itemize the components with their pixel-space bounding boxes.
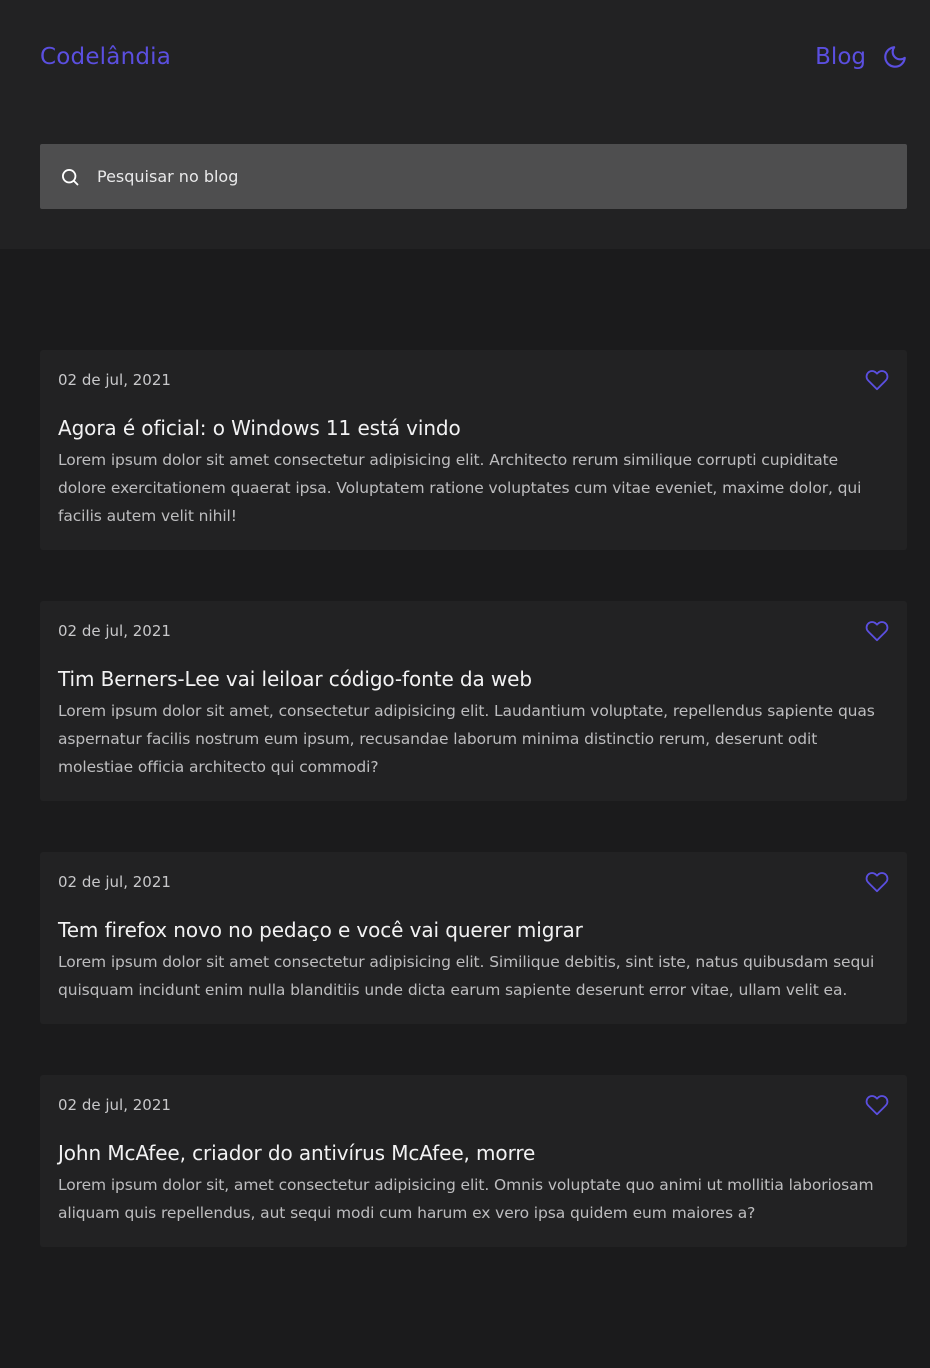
post-card[interactable]: 02 de jul, 2021 Tim Berners-Lee vai leil… (40, 601, 907, 801)
post-excerpt: Lorem ipsum dolor sit amet consectetur a… (58, 953, 875, 999)
post-title[interactable]: John McAfee, criador do antivírus McAfee… (58, 1139, 889, 1167)
post-card[interactable]: 02 de jul, 2021 John McAfee, criador do … (40, 1075, 907, 1247)
like-button[interactable] (865, 619, 889, 643)
post-list: 02 de jul, 2021 Agora é oficial: o Windo… (40, 350, 907, 1298)
post-card[interactable]: 02 de jul, 2021 Tem firefox novo no peda… (40, 852, 907, 1024)
post-date: 02 de jul, 2021 (58, 1096, 171, 1114)
post-date: 02 de jul, 2021 (58, 873, 171, 891)
post-title[interactable]: Tem firefox novo no pedaço e você vai qu… (58, 916, 889, 944)
like-button[interactable] (865, 1093, 889, 1117)
search-icon (62, 169, 79, 186)
site-logo[interactable]: Codelândia (40, 40, 171, 74)
like-button[interactable] (865, 870, 889, 894)
post-card[interactable]: 02 de jul, 2021 Agora é oficial: o Windo… (40, 350, 907, 550)
post-title[interactable]: Agora é oficial: o Windows 11 está vindo (58, 414, 889, 442)
site-header: Codelândia Blog (0, 0, 930, 249)
like-button[interactable] (865, 368, 889, 392)
heart-icon (865, 1095, 889, 1116)
post-excerpt: Lorem ipsum dolor sit amet, consectetur … (58, 702, 875, 776)
moon-icon (884, 46, 906, 68)
search-input[interactable] (95, 144, 895, 209)
post-excerpt: Lorem ipsum dolor sit, amet consectetur … (58, 1176, 874, 1222)
theme-toggle-button[interactable] (882, 43, 908, 71)
heart-icon (865, 872, 889, 893)
nav-link-blog[interactable]: Blog (815, 44, 866, 70)
post-title[interactable]: Tim Berners-Lee vai leiloar código-fonte… (58, 665, 889, 693)
header-nav: Blog (815, 40, 908, 74)
search-bar (40, 144, 907, 209)
post-excerpt: Lorem ipsum dolor sit amet consectetur a… (58, 451, 862, 525)
post-date: 02 de jul, 2021 (58, 622, 171, 640)
heart-icon (865, 621, 889, 642)
post-date: 02 de jul, 2021 (58, 371, 171, 389)
heart-icon (865, 370, 889, 391)
